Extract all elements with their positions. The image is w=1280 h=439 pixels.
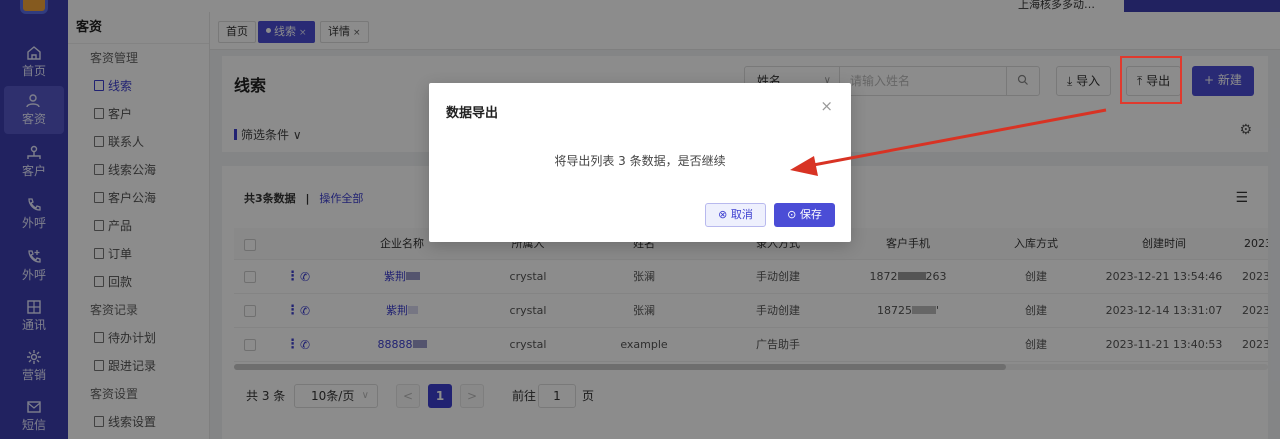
export-dialog: 数据导出 × 将导出列表 3 条数据，是否继续 ⊗ 取消 ⊙ 保存 (429, 83, 851, 242)
dialog-title: 数据导出 (446, 106, 499, 121)
dialog-message: 将导出列表 3 条数据，是否继续 (554, 154, 726, 168)
check-circle-icon: ⊙ (787, 208, 797, 221)
close-icon[interactable]: × (820, 97, 833, 115)
cancel-button[interactable]: ⊗ 取消 (705, 203, 766, 227)
cancel-circle-icon: ⊗ (718, 208, 728, 221)
annotation-highlight-box (1120, 56, 1182, 104)
save-button[interactable]: ⊙ 保存 (774, 203, 835, 227)
